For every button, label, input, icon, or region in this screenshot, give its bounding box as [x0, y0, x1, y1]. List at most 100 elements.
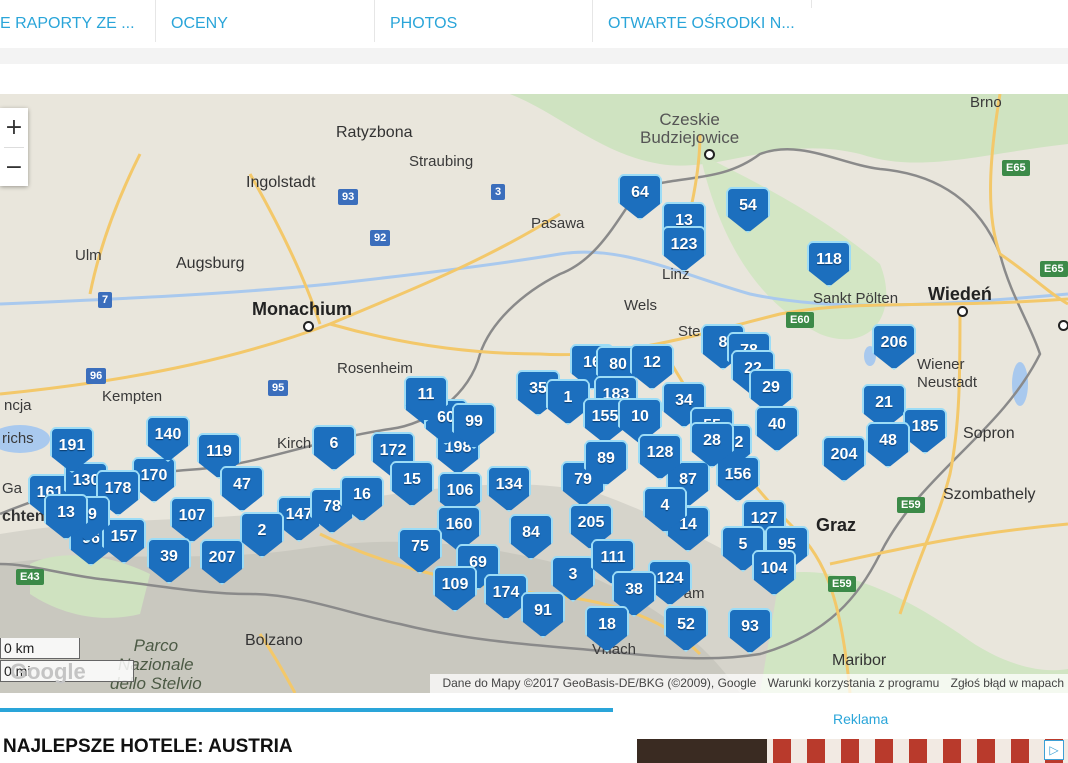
map[interactable]: Czeskie Budziejowice Ratyzbona Straubing…	[0, 94, 1068, 693]
hotel-cluster-marker[interactable]: 123	[662, 226, 706, 272]
hotel-cluster-marker[interactable]: 47	[220, 466, 264, 512]
marker-count: 40	[768, 416, 786, 433]
hotel-cluster-marker[interactable]: 140	[146, 416, 190, 462]
hotel-cluster-marker[interactable]: 4	[643, 487, 687, 533]
hotel-cluster-marker[interactable]: 93	[728, 608, 772, 654]
hotel-cluster-marker[interactable]: 128	[638, 434, 682, 480]
marker-count: 13	[57, 504, 75, 521]
marker-count: 28	[703, 432, 721, 449]
marker-count: 205	[577, 514, 605, 531]
hotel-cluster-marker[interactable]: 91	[521, 592, 565, 638]
tab-ratings[interactable]: OCENY	[171, 0, 361, 48]
hotel-cluster-marker[interactable]: 13	[44, 494, 88, 540]
marker-count: 4	[660, 497, 670, 514]
hotel-cluster-marker[interactable]: 28	[690, 422, 734, 468]
marker-count: 207	[208, 549, 236, 566]
google-logo: Google	[10, 659, 86, 684]
road-shield: E65	[1002, 160, 1030, 176]
marker-count: 104	[760, 560, 788, 577]
hotel-cluster-marker[interactable]: 204	[822, 436, 866, 482]
marker-count: 84	[522, 524, 540, 541]
hotel-cluster-marker[interactable]: 39	[147, 538, 191, 584]
marker-count: 29	[762, 379, 780, 396]
marker-count: 172	[379, 442, 407, 459]
marker-count: 38	[625, 581, 643, 598]
hotel-cluster-marker[interactable]: 206	[872, 324, 916, 370]
place-label: Ste	[678, 323, 701, 340]
marker-count: 107	[178, 507, 206, 524]
road-shield: 3	[491, 184, 506, 200]
place-label: Czeskie Budziejowice	[640, 110, 740, 147]
road-shield: 95	[268, 380, 289, 396]
hotel-cluster-marker[interactable]: 134	[487, 466, 531, 512]
report-error-link[interactable]: Zgłoś błąd w mapach	[951, 676, 1064, 690]
ad-image[interactable]: ▷	[637, 739, 1068, 763]
marker-count: 128	[646, 444, 674, 461]
hotel-cluster-marker[interactable]: 52	[664, 606, 708, 652]
hotel-cluster-marker[interactable]: 40	[755, 406, 799, 452]
road-shield: 93	[338, 189, 359, 205]
place-label: Wiener Neustadt	[917, 356, 978, 391]
tab-photos[interactable]: PHOTOS	[390, 0, 580, 48]
marker-count: 106	[446, 482, 474, 499]
place-label: Maribor	[832, 652, 887, 669]
ad-label: Reklama	[833, 711, 889, 727]
hotel-cluster-marker[interactable]: 48	[866, 422, 910, 468]
marker-count: 109	[441, 576, 469, 593]
tab-reports[interactable]: E RAPORTY ZE ...	[0, 0, 150, 48]
terms-link[interactable]: Warunki korzystania z programu	[768, 676, 940, 690]
hotel-cluster-marker[interactable]: 15	[390, 461, 434, 507]
place-label: Brno	[970, 94, 1002, 111]
hotel-cluster-marker[interactable]: 18	[585, 606, 629, 652]
hotel-cluster-marker[interactable]: 191	[50, 427, 94, 473]
marker-count: 15	[403, 471, 421, 488]
marker-count: 6	[329, 435, 339, 452]
hotel-cluster-marker[interactable]: 104	[752, 550, 796, 596]
marker-count: 16	[353, 486, 371, 503]
tab-divider	[155, 0, 156, 42]
marker-count: 93	[741, 618, 759, 635]
city-dot	[704, 149, 715, 160]
hotel-cluster-marker[interactable]: 99	[452, 403, 496, 449]
hotel-cluster-marker[interactable]: 6	[312, 425, 356, 471]
place-label: Kempten	[102, 388, 163, 405]
marker-count: 3	[568, 566, 578, 583]
marker-count: 123	[670, 236, 698, 253]
city-dot	[1058, 320, 1068, 331]
hotel-cluster-marker[interactable]: 107	[170, 497, 214, 543]
ad-image-shade	[637, 739, 767, 763]
road-shield: 7	[98, 292, 113, 308]
zoom-in-button[interactable]: +	[0, 108, 28, 147]
zoom-out-button[interactable]: −	[0, 148, 28, 186]
place-label: ncja	[4, 397, 32, 414]
adchoices-icon[interactable]: ▷	[1044, 740, 1064, 760]
tab-open-resorts[interactable]: OTWARTE OŚRODKI N...	[608, 0, 808, 48]
city-dot	[303, 321, 314, 332]
hotel-cluster-marker[interactable]: 207	[200, 539, 244, 585]
place-label: Wiedeń	[928, 284, 992, 304]
hotel-cluster-marker[interactable]: 89	[584, 440, 628, 486]
road-shield: E59	[828, 576, 856, 592]
hotel-cluster-marker[interactable]: 64	[618, 174, 662, 220]
hotel-cluster-marker[interactable]: 2	[240, 512, 284, 558]
place-label: Wels	[624, 297, 658, 314]
marker-count: 52	[677, 616, 695, 633]
marker-count: 10	[631, 408, 649, 425]
marker-count: 54	[739, 197, 757, 214]
hotel-cluster-marker[interactable]: 118	[807, 241, 851, 287]
place-label: Sopron	[963, 425, 1015, 442]
zoom-control: + −	[0, 108, 28, 186]
place-label: Ratyzbona	[336, 124, 413, 141]
marker-count: 119	[206, 443, 232, 460]
place-label: Sankt Pölten	[813, 290, 899, 307]
hotel-cluster-marker[interactable]: 54	[726, 187, 770, 233]
hotel-cluster-marker[interactable]: 11	[404, 376, 448, 422]
hotel-cluster-marker[interactable]: 84	[509, 514, 553, 560]
place-label: Ingolstadt	[246, 174, 316, 191]
map-attribution: Dane do Mapy ©2017 GeoBasis-DE/BKG (©200…	[430, 674, 1068, 693]
hotel-cluster-marker[interactable]: 16	[340, 476, 384, 522]
scale-km: 0 km	[0, 638, 80, 659]
place-label: richs	[2, 430, 34, 447]
hotel-cluster-marker[interactable]: 109	[433, 566, 477, 612]
place-label: Pasawa	[531, 215, 585, 232]
